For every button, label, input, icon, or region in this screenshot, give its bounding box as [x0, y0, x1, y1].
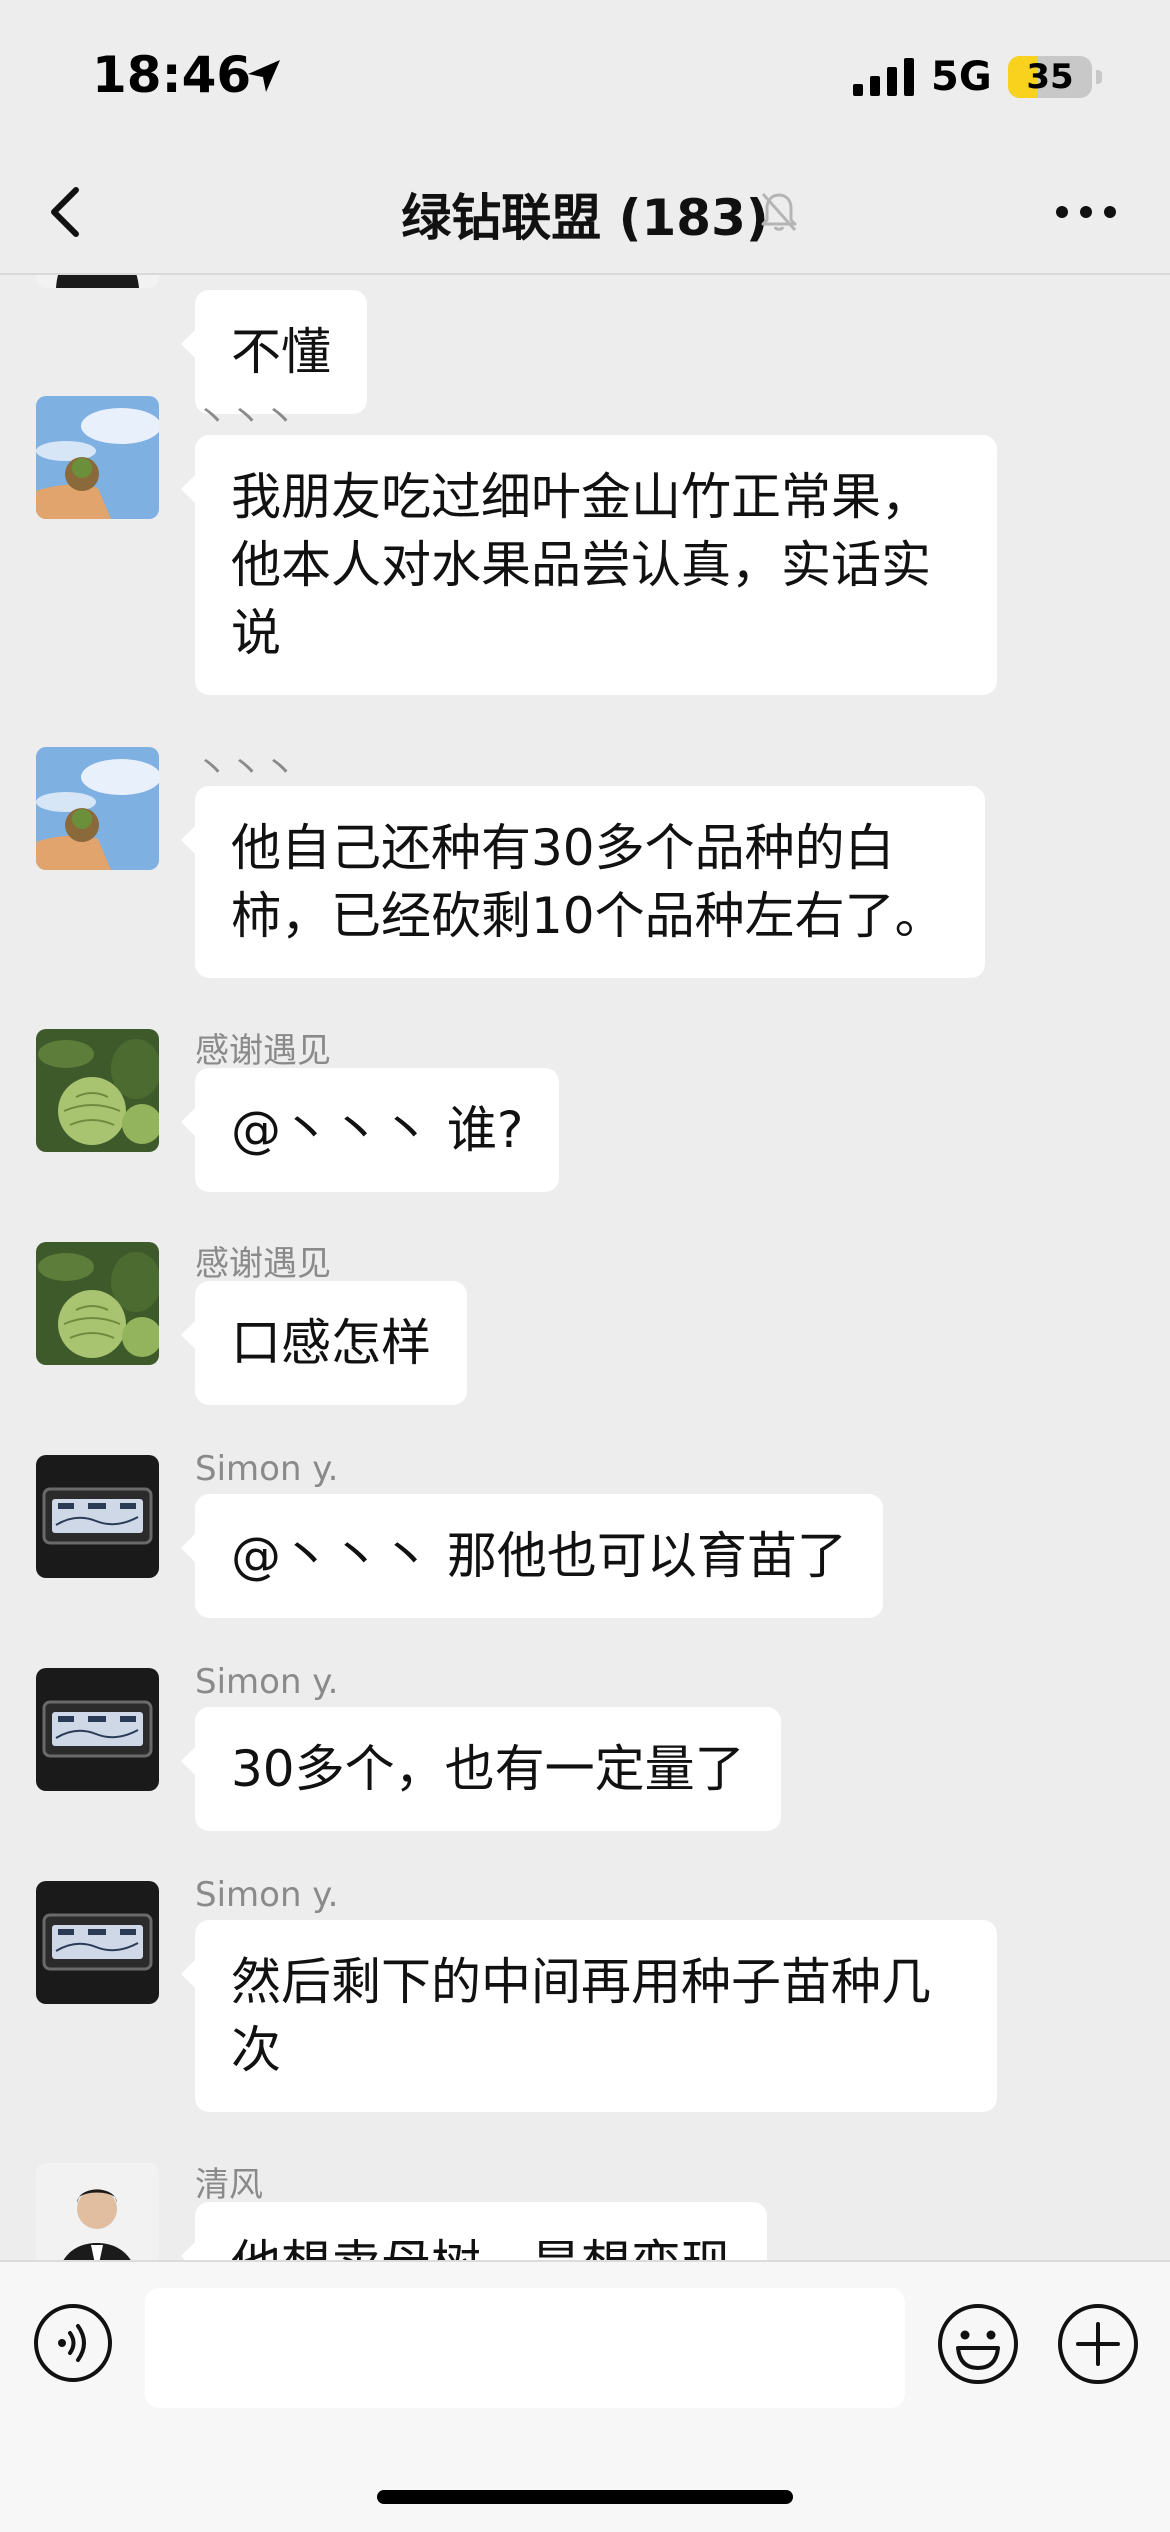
network-type: 5G	[931, 54, 992, 100]
car-dashboard-avatar	[36, 1455, 159, 1578]
voice-icon[interactable]	[32, 2302, 114, 2384]
sender-name: 丶丶丶	[195, 749, 297, 789]
message-text: @丶丶丶 那他也可以育苗了	[231, 1527, 847, 1585]
sender-name: 感谢遇见	[195, 1244, 331, 1284]
chat-title: 绿钻联盟 (183)	[401, 189, 769, 247]
avatar[interactable]	[36, 396, 159, 519]
plus-icon[interactable]	[1056, 2302, 1140, 2386]
sender-name: Simon y.	[195, 1449, 339, 1489]
message-bubble[interactable]: 我朋友吃过细叶金山竹正常果，他本人对水果品尝认真，实话实说	[181, 435, 997, 695]
message-bubble[interactable]: 他自己还种有30多个品种的白柿，已经砍剩10个品种左右了。	[181, 786, 985, 978]
battery-icon: 35	[1008, 56, 1092, 98]
message-bubble[interactable]: @丶丶丶 那他也可以育苗了	[181, 1494, 883, 1618]
avatar[interactable]	[36, 1881, 159, 2004]
avatar[interactable]	[36, 1455, 159, 1578]
cellular-signal-icon	[853, 58, 914, 96]
mute-bell-icon	[761, 193, 797, 231]
status-time: 18:46	[92, 46, 252, 104]
sender-name: 感谢遇见	[195, 1031, 331, 1071]
avatar[interactable]	[36, 275, 159, 288]
message-text: 然后剩下的中间再用种子苗种几次	[231, 1953, 931, 2079]
message-input[interactable]	[145, 2288, 905, 2408]
message-bubble[interactable]: 他想卖母树，是想变现	[181, 2202, 767, 2260]
message-list[interactable]: 不懂 丶丶丶 我朋友吃过细叶金山竹正常果，他本人对水果品尝认真，实话实说 丶丶丶…	[0, 275, 1170, 2260]
sender-name: 丶丶丶	[195, 398, 297, 438]
home-indicator[interactable]	[377, 2490, 793, 2504]
battery-cap	[1096, 70, 1102, 84]
message-bubble[interactable]: 然后剩下的中间再用种子苗种几次	[181, 1920, 997, 2112]
green-fruit-avatar	[36, 1029, 159, 1152]
message-text: 他想卖母树，是想变现	[231, 2235, 731, 2260]
avatar[interactable]	[36, 1242, 159, 1365]
message-bubble[interactable]: 30多个，也有一定量了	[181, 1707, 781, 1831]
car-dashboard-avatar	[36, 1881, 159, 2004]
avatar[interactable]	[36, 2163, 159, 2260]
message-text: 他自己还种有30多个品种的白柿，已经砍剩10个品种左右了。	[231, 819, 945, 945]
green-fruit-avatar	[36, 1242, 159, 1365]
chat-screen: 18:46 5G 35 绿钻联盟 (183) 不懂 丶丶丶 我朋友吃过细叶金山竹…	[0, 0, 1170, 2532]
sky-fruit-avatar	[36, 747, 159, 870]
sender-name: Simon y.	[195, 1662, 339, 1702]
sender-name: 清风	[195, 2165, 263, 2205]
avatar[interactable]	[36, 747, 159, 870]
sky-fruit-avatar	[36, 396, 159, 519]
avatar[interactable]	[36, 1029, 159, 1152]
message-bubble[interactable]: @丶丶丶 谁?	[180, 1068, 560, 1192]
sender-name: Simon y.	[195, 1875, 339, 1915]
emoji-icon[interactable]	[936, 2302, 1020, 2386]
avatar[interactable]	[36, 1668, 159, 1791]
battery-level: 35	[1026, 57, 1074, 97]
message-bubble[interactable]: 口感怎样	[181, 1281, 467, 1405]
message-text: 30多个，也有一定量了	[231, 1740, 745, 1798]
message-text: 不懂	[231, 323, 331, 381]
person-suit-avatar	[36, 275, 159, 288]
car-dashboard-avatar	[36, 1668, 159, 1791]
nav-bar: 绿钻联盟 (183)	[0, 150, 1170, 275]
person-suit-avatar	[36, 2163, 159, 2260]
message-text: 口感怎样	[231, 1314, 431, 1372]
message-text: @丶丶丶 谁?	[231, 1101, 524, 1159]
more-dots-icon[interactable]	[1048, 174, 1124, 250]
message-text: 我朋友吃过细叶金山竹正常果，他本人对水果品尝认真，实话实说	[231, 468, 931, 662]
location-arrow-icon	[248, 60, 280, 92]
status-bar: 18:46 5G 35	[0, 0, 1170, 150]
